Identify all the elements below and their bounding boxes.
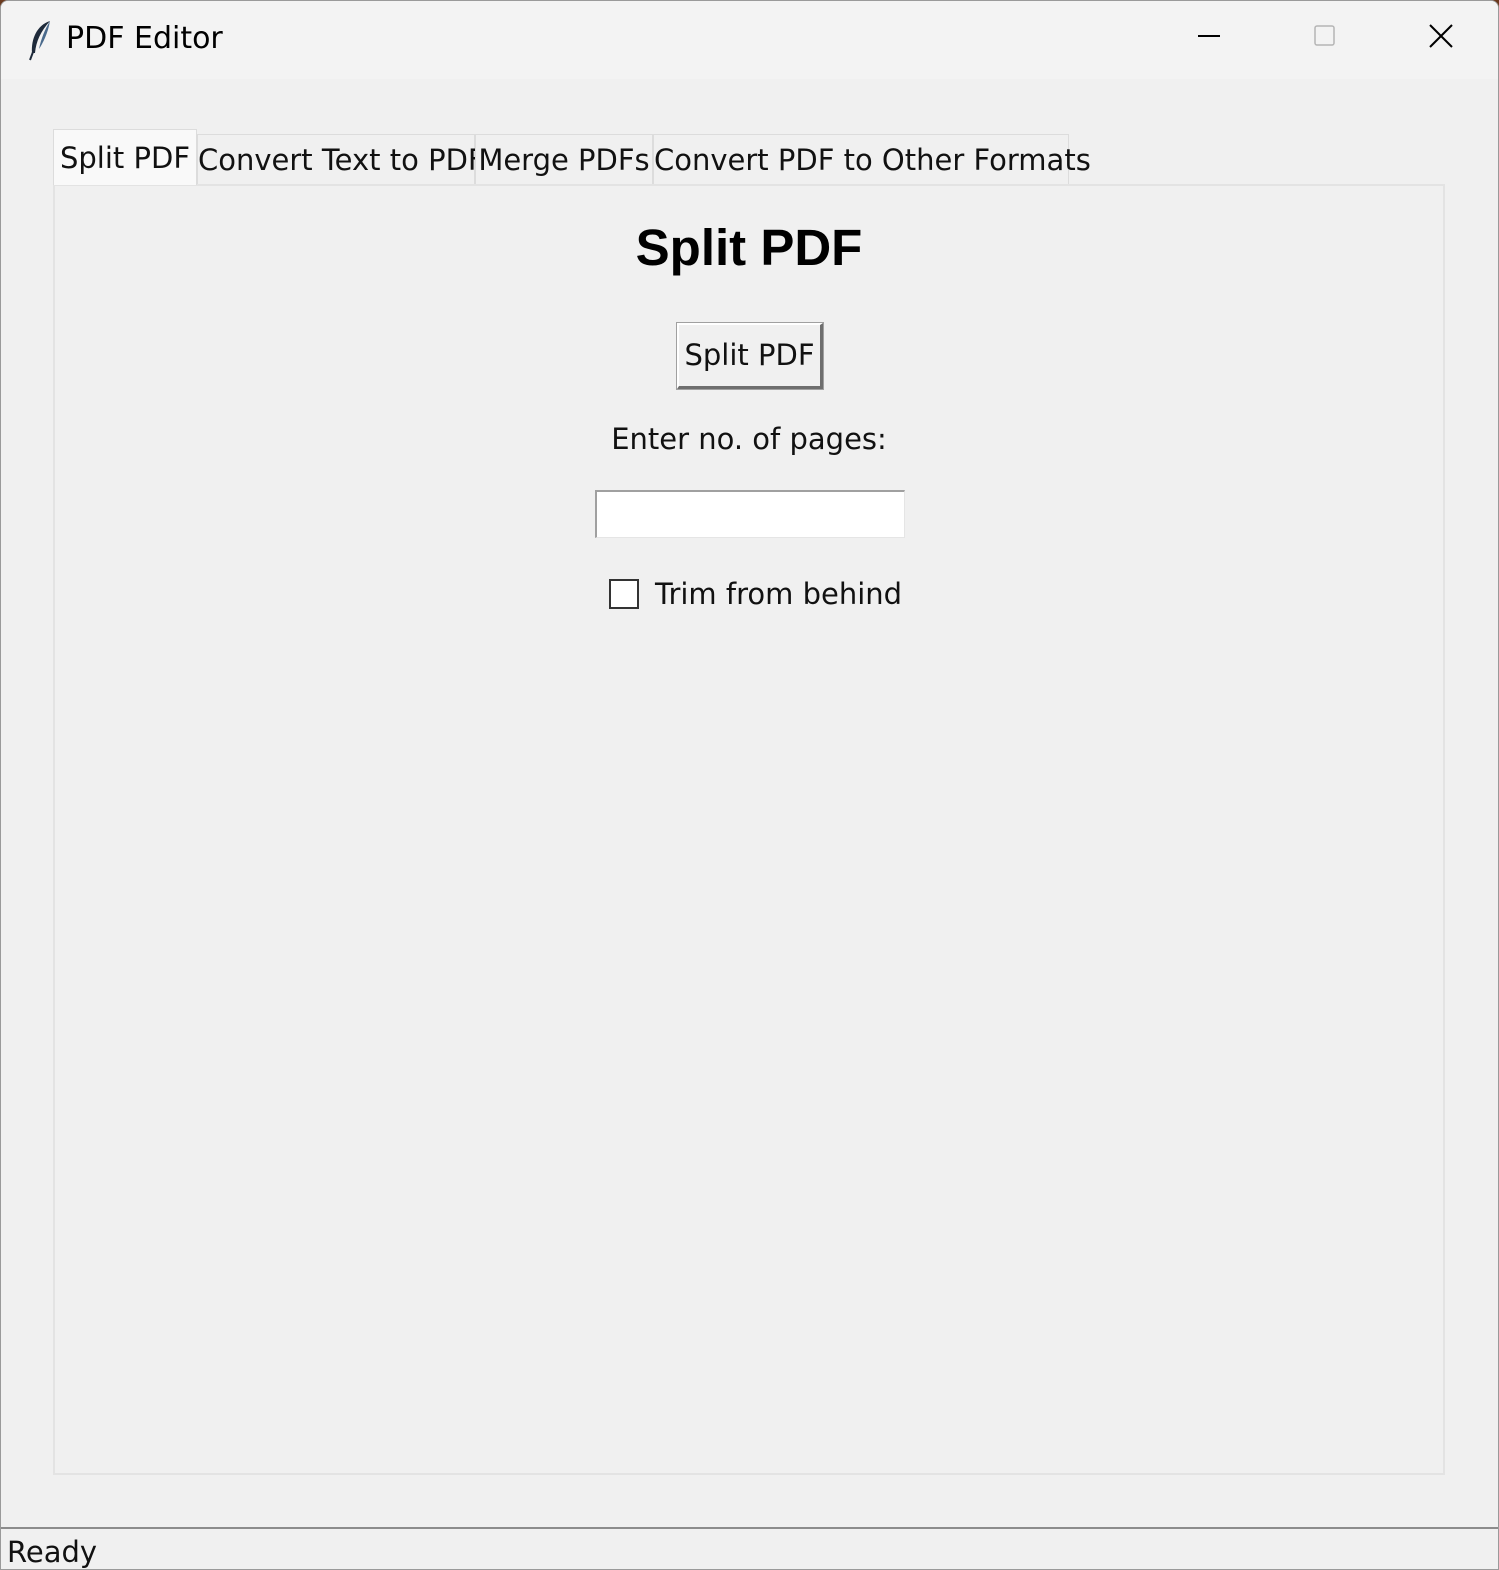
minimize-button[interactable] [1151,1,1267,75]
close-icon [1428,23,1454,54]
trim-checkbox-label: Trim from behind [655,577,903,611]
split-pdf-button[interactable]: Split PDF [677,323,823,389]
minimize-icon [1197,24,1221,53]
status-bar: Ready [1,1527,1498,1569]
tab-convert-text-to-pdf[interactable]: Convert Text to PDF [197,134,485,184]
trim-from-behind-checkbox[interactable]: Trim from behind [609,574,902,614]
feather-icon [27,19,55,61]
title-bar[interactable]: PDF Editor [1,1,1498,79]
tab-merge-pdfs[interactable]: Merge PDFs [475,134,653,184]
window-title: PDF Editor [66,21,223,56]
pages-label: Enter no. of pages: [611,422,887,456]
split-pdf-panel: Split PDF Split PDF Enter no. of pages: … [53,184,1445,1475]
close-button[interactable] [1383,1,1498,75]
app-window: PDF Editor Split PDF Convert Text to PDF… [0,0,1499,1570]
checkbox-box[interactable] [609,579,639,609]
tab-convert-pdf-to-other-formats[interactable]: Convert PDF to Other Formats [653,134,1091,184]
panel-heading: Split PDF [635,219,863,276]
maximize-button[interactable] [1267,1,1383,75]
pages-input[interactable] [595,490,905,538]
tab-split-pdf[interactable]: Split PDF [53,129,197,185]
maximize-icon [1313,24,1337,53]
status-text: Ready [7,1535,98,1569]
